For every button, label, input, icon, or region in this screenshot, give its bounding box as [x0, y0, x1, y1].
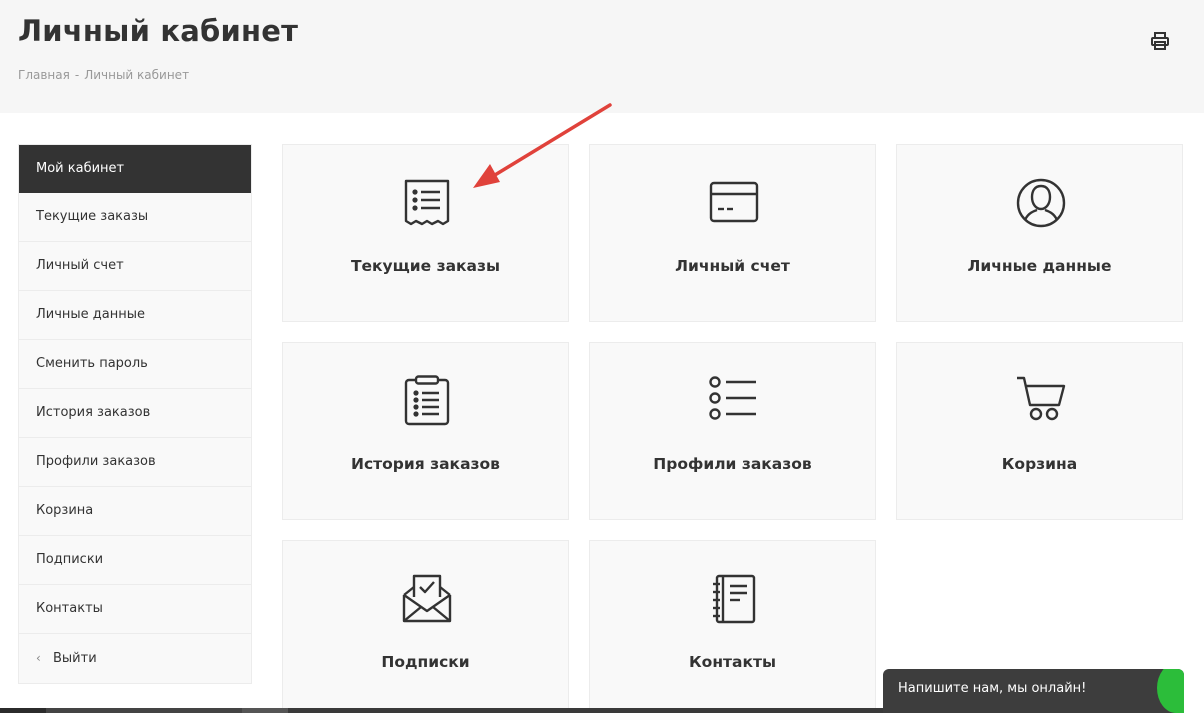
- tile-label: Личный счет: [675, 257, 790, 275]
- print-button[interactable]: [1150, 31, 1170, 51]
- credit-card-icon: [709, 181, 759, 223]
- tile-order-profiles[interactable]: Профили заказов: [589, 342, 876, 520]
- envelope-check-icon: [402, 574, 452, 623]
- tile-label: Контакты: [689, 653, 776, 671]
- sidebar-item-cart[interactable]: Корзина: [19, 487, 251, 536]
- breadcrumb-separator: -: [74, 68, 80, 82]
- chat-widget-label: Напишите нам, мы онлайн!: [898, 681, 1087, 696]
- sidebar-item-current-orders[interactable]: Текущие заказы: [19, 193, 251, 242]
- sidebar-item-change-password[interactable]: Сменить пароль: [19, 340, 251, 389]
- user-icon: [1016, 178, 1066, 228]
- tile-contacts[interactable]: Контакты: [589, 540, 876, 713]
- chat-widget[interactable]: Напишите нам, мы онлайн!: [883, 669, 1184, 713]
- tile-label: Корзина: [1001, 455, 1078, 473]
- receipt-icon: [404, 179, 450, 226]
- tile-label: Личные данные: [967, 257, 1112, 275]
- page-title: Личный кабинет: [18, 14, 299, 48]
- bottom-bar: [0, 708, 883, 713]
- tile-label: Текущие заказы: [350, 257, 501, 275]
- tile-label: История заказов: [350, 455, 500, 473]
- cart-icon: [1017, 376, 1066, 421]
- notebook-icon: [713, 574, 756, 624]
- tile-personal-data[interactable]: Личные данные: [896, 144, 1183, 322]
- chevron-left-icon: ‹: [36, 651, 41, 665]
- sidebar-item-order-history[interactable]: История заказов: [19, 389, 251, 438]
- chat-widget-button[interactable]: [1157, 669, 1184, 713]
- sidebar-item-order-profiles[interactable]: Профили заказов: [19, 438, 251, 487]
- sidebar-item-my-cabinet[interactable]: Мой кабинет: [19, 145, 251, 193]
- tile-current-orders[interactable]: Текущие заказы: [282, 144, 569, 322]
- tile-cart[interactable]: Корзина: [896, 342, 1183, 520]
- list-icon: [709, 376, 756, 420]
- breadcrumb-item-home[interactable]: Главная: [18, 68, 70, 82]
- breadcrumb-item-current: Личный кабинет: [84, 68, 190, 82]
- sidebar-item-personal-account[interactable]: Личный счет: [19, 242, 251, 291]
- sidebar-item-subscriptions[interactable]: Подписки: [19, 536, 251, 585]
- sidebar-item-personal-data[interactable]: Личные данные: [19, 291, 251, 340]
- sidebar-item-contacts[interactable]: Контакты: [19, 585, 251, 634]
- tile-personal-account[interactable]: Личный счет: [589, 144, 876, 322]
- page-header: Личный кабинет Главная - Личный кабинет: [0, 0, 1204, 113]
- tile-label: Подписки: [381, 653, 470, 671]
- clipboard-list-icon: [404, 375, 450, 426]
- sidebar-menu: Мой кабинет Текущие заказы Личный счет Л…: [18, 144, 252, 684]
- printer-icon: [1151, 32, 1169, 50]
- tile-subscriptions[interactable]: Подписки: [282, 540, 569, 713]
- sidebar-item-logout[interactable]: ‹ Выйти: [19, 634, 251, 683]
- tile-order-history[interactable]: История заказов: [282, 342, 569, 520]
- tile-label: Профили заказов: [653, 455, 812, 473]
- breadcrumb: Главная - Личный кабинет: [18, 68, 189, 82]
